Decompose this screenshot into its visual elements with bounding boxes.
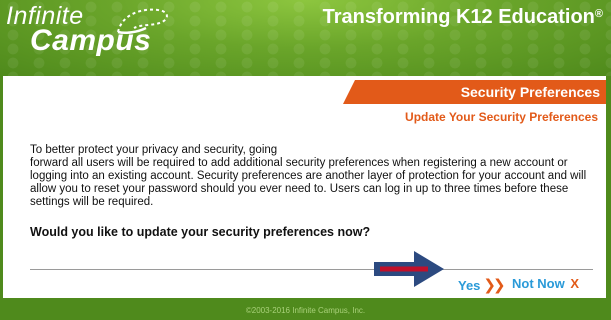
- update-question: Would you like to update your security p…: [30, 225, 371, 239]
- divider-line: [30, 269, 593, 270]
- panel-title: Security Preferences: [460, 84, 600, 100]
- close-icon: X: [570, 276, 580, 291]
- right-arrow-icon: [374, 251, 444, 287]
- logo-text-campus: Campus: [30, 24, 152, 57]
- registered-mark: ®: [594, 8, 603, 20]
- message-line-2: forward all users will be required to ad…: [30, 157, 587, 208]
- not-now-label: Not Now: [512, 276, 565, 291]
- not-now-button[interactable]: Not Now X: [512, 276, 579, 291]
- tagline: Transforming K12 Education®: [323, 6, 603, 29]
- panel-subtitle: Update Your Security Preferences: [405, 110, 598, 124]
- copyright-footer: ©2003-2016 Infinite Campus, Inc.: [245, 306, 366, 315]
- title-bar-notch: [343, 80, 355, 104]
- tagline-text: Transforming K12 Education: [322, 6, 595, 28]
- yes-button[interactable]: Yes ❯❯: [458, 276, 506, 294]
- message-line-1: To better protect your privacy and secur…: [30, 144, 278, 156]
- header-banner: Infinite Campus Transforming K12 Educati…: [0, 0, 611, 76]
- double-chevron-right-icon: ❯❯: [483, 277, 505, 294]
- yes-label: Yes: [458, 278, 481, 293]
- security-preferences-panel: Security Preferences Update Your Securit…: [3, 76, 606, 298]
- panel-title-bar: Security Preferences: [343, 80, 606, 104]
- security-message: To better protect your privacy and secur…: [30, 144, 600, 209]
- infinite-campus-logo: Infinite Campus: [4, 2, 184, 62]
